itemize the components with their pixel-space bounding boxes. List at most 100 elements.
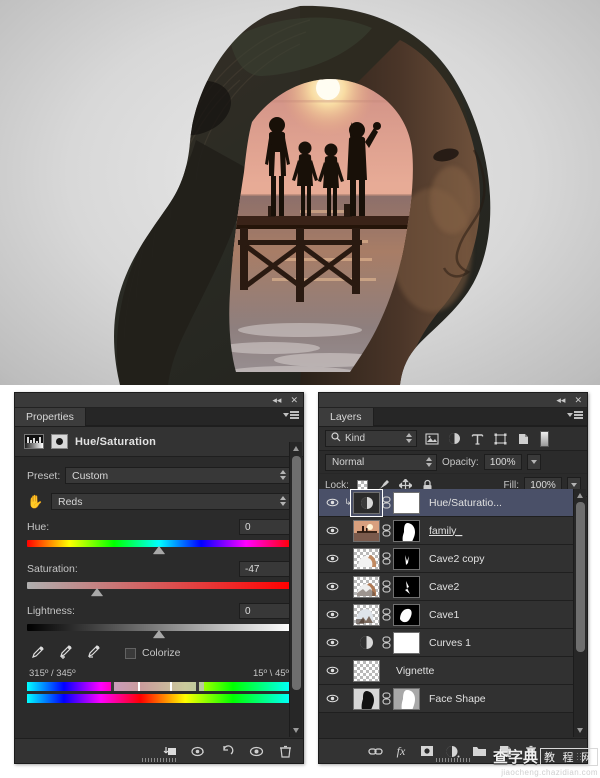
eyedropper-icon[interactable] [29, 645, 45, 661]
opacity-field[interactable]: 100% [483, 454, 522, 470]
add-layer-mask-icon[interactable] [420, 744, 435, 759]
link-mask-icon[interactable] [380, 580, 393, 593]
filter-pixel-layers-icon[interactable] [423, 431, 440, 447]
lightness-slider-thumb[interactable] [153, 630, 165, 638]
link-mask-icon[interactable] [380, 608, 393, 621]
scroll-up-arrow-icon[interactable] [293, 446, 299, 451]
reset-adjustment-icon[interactable] [220, 744, 235, 759]
properties-scrollbar[interactable] [289, 442, 302, 737]
collapse-double-arrow-icon[interactable]: ◂◂ [556, 395, 565, 405]
toggle-layer-visibility-icon[interactable] [249, 744, 264, 759]
layer-visibility-toggle[interactable] [321, 638, 343, 647]
link-mask-icon[interactable] [380, 524, 393, 537]
saturation-value-field[interactable]: -47 [239, 561, 291, 577]
link-mask-icon[interactable] [380, 552, 393, 565]
tab-layers[interactable]: Layers [319, 408, 374, 426]
saturation-slider-thumb[interactable] [90, 588, 103, 596]
layer-thumbnail[interactable] [353, 603, 380, 626]
table-row[interactable]: Vignette [319, 657, 573, 685]
collapse-double-arrow-icon[interactable]: ◂◂ [272, 395, 281, 405]
on-image-adjust-hand-icon[interactable]: ✋ [27, 495, 47, 508]
hue-range-inner-right[interactable] [169, 682, 172, 691]
new-layer-icon[interactable] [498, 744, 513, 759]
layer-mask-thumbnail[interactable] [393, 603, 420, 626]
new-adjustment-layer-icon[interactable] [446, 744, 461, 759]
table-row[interactable]: Cave2 [319, 573, 573, 601]
stepper-icon[interactable] [426, 456, 432, 467]
hue-range-inner-left[interactable] [137, 682, 140, 691]
filter-kind-select[interactable]: Kind [325, 430, 417, 447]
stepper-icon[interactable] [406, 433, 412, 443]
filter-shape-layers-icon[interactable] [492, 431, 509, 447]
hue-range-handle-left[interactable] [111, 682, 115, 691]
table-row[interactable]: Cave2 copy [319, 545, 573, 573]
colorize-checkbox-wrap[interactable]: Colorize [125, 647, 181, 659]
table-row[interactable]: Face Shape [319, 685, 573, 713]
filter-adjustment-layers-icon[interactable] [446, 431, 463, 447]
layer-thumbnail[interactable] [353, 547, 380, 570]
layer-mask-thumbnail[interactable] [393, 575, 420, 598]
preset-select[interactable]: Custom [65, 467, 291, 484]
hue-range-handle-right[interactable] [195, 682, 199, 691]
scroll-down-arrow-icon[interactable] [293, 728, 299, 733]
layer-thumbnail[interactable] [353, 632, 380, 654]
delete-adjustment-icon[interactable] [278, 744, 293, 759]
scroll-up-arrow-icon[interactable] [577, 493, 583, 498]
close-icon[interactable]: ✕ [574, 395, 582, 405]
clip-to-layer-icon[interactable] [162, 744, 177, 759]
panel-resize-grip[interactable] [142, 758, 176, 762]
channel-select[interactable]: Reds [51, 493, 291, 510]
layer-thumbnail[interactable] [353, 687, 380, 710]
layer-mask-thumbnail[interactable] [393, 491, 420, 514]
new-group-icon[interactable] [472, 744, 487, 759]
stepper-icon[interactable] [280, 496, 286, 506]
layer-thumbnail[interactable] [353, 519, 380, 542]
layer-visibility-toggle[interactable] [321, 610, 343, 619]
properties-scrollbar-thumb[interactable] [292, 456, 301, 690]
tab-properties[interactable]: Properties [15, 408, 86, 426]
eyedropper-subtract-icon[interactable] [85, 645, 101, 661]
hue-slider-track[interactable] [27, 540, 291, 554]
layer-visibility-toggle[interactable] [321, 666, 343, 675]
panel-corner-grip[interactable] [576, 752, 585, 761]
blend-mode-select[interactable]: Normal [325, 453, 437, 471]
link-mask-icon[interactable] [380, 692, 393, 705]
layer-style-fx-icon[interactable]: fx [394, 744, 409, 759]
colorize-checkbox[interactable] [125, 647, 136, 659]
layer-thumbnail[interactable] [353, 659, 380, 682]
opacity-dropdown-icon[interactable] [526, 454, 541, 470]
layer-visibility-toggle[interactable] [321, 554, 343, 563]
stepper-icon[interactable] [280, 470, 286, 480]
link-layers-icon[interactable] [367, 744, 383, 759]
filter-smart-object-icon[interactable] [515, 431, 532, 447]
saturation-slider-track[interactable] [27, 582, 291, 596]
eyedropper-add-icon[interactable] [57, 645, 73, 661]
link-mask-icon[interactable] [380, 636, 393, 649]
close-icon[interactable]: ✕ [290, 395, 298, 405]
table-row[interactable]: Cave1 [319, 601, 573, 629]
layer-list[interactable]: ↳ Hue/Saturatio... family_ Cave2 copy Ca… [319, 489, 573, 737]
layers-scrollbar-thumb[interactable] [576, 502, 585, 652]
histogram-preset-icon[interactable] [24, 434, 44, 449]
layer-thumbnail[interactable] [353, 575, 380, 598]
filter-enable-toggle[interactable] [540, 430, 549, 447]
panel-resize-grip[interactable] [436, 758, 470, 762]
layer-visibility-toggle[interactable] [321, 582, 343, 591]
layer-visibility-toggle[interactable] [321, 526, 343, 535]
lightness-slider-track[interactable] [27, 624, 291, 638]
filter-type-layers-icon[interactable] [469, 431, 486, 447]
layer-mask-thumbnail[interactable] [393, 631, 420, 654]
scroll-down-arrow-icon[interactable] [577, 728, 583, 733]
layer-mask-thumbnail[interactable] [393, 519, 420, 542]
table-row[interactable]: family_ [319, 517, 573, 545]
layer-thumbnail[interactable] [350, 489, 383, 517]
layers-panel-menu-icon[interactable] [567, 411, 583, 419]
table-row[interactable]: ↳ Hue/Saturatio... [319, 489, 573, 517]
delete-layer-icon[interactable] [524, 744, 539, 759]
layers-scrollbar[interactable] [573, 489, 586, 737]
layer-mask-thumbnail[interactable] [393, 687, 420, 710]
hue-range-spectrum-top[interactable] [27, 682, 291, 691]
lightness-value-field[interactable]: 0 [239, 603, 291, 619]
layer-visibility-toggle[interactable] [321, 694, 343, 703]
layer-visibility-toggle[interactable] [321, 498, 343, 507]
